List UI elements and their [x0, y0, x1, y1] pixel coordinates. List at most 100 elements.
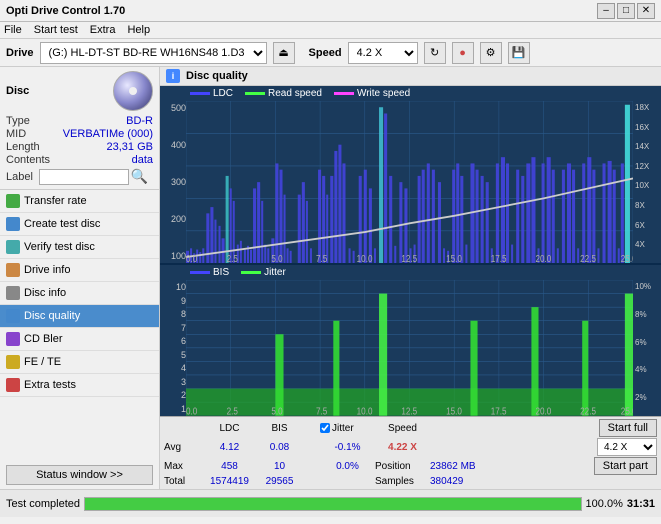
- total-bis: 29565: [257, 476, 302, 487]
- app-title: Opti Drive Control 1.70: [6, 5, 125, 17]
- disc-panel: Disc Type BD-R MID VERBATIMe (000) Lengt…: [0, 67, 159, 190]
- menu-start-test[interactable]: Start test: [34, 24, 78, 36]
- sidebar-item-drive-info[interactable]: Drive info: [0, 259, 159, 282]
- menu-extra[interactable]: Extra: [90, 24, 116, 36]
- speed-select-quality[interactable]: 4.2 X: [597, 438, 657, 456]
- sidebar-item-extra-tests[interactable]: Extra tests: [0, 374, 159, 397]
- svg-text:25.0: 25.0: [621, 406, 633, 416]
- eject-icon[interactable]: ⏏: [273, 42, 295, 64]
- create-test-disc-icon: [6, 217, 20, 231]
- minimize-btn[interactable]: –: [597, 3, 615, 19]
- stats-bar: LDC BIS Jitter Speed Start full Avg 4.12…: [160, 416, 661, 489]
- svg-text:5.0: 5.0: [271, 406, 282, 416]
- progress-bar-fill: [85, 498, 581, 510]
- total-ldc: 1574419: [202, 476, 257, 487]
- menubar: File Start test Extra Help: [0, 22, 661, 39]
- svg-text:17.5: 17.5: [491, 253, 507, 263]
- sidebar-item-disc-info[interactable]: Disc info: [0, 282, 159, 305]
- fe-te-icon: [6, 355, 20, 369]
- start-part-btn[interactable]: Start part: [594, 457, 657, 475]
- bottom-bar: Test completed 100.0% 31:31: [0, 489, 661, 517]
- chart2-container: 1 2 3 4 5 6 7 8 9 10: [160, 280, 661, 416]
- svg-text:22.5: 22.5: [580, 406, 596, 416]
- avg-bis: 0.08: [257, 442, 302, 453]
- label-label: Label: [6, 171, 33, 183]
- status-window-btn[interactable]: Status window >>: [6, 465, 153, 485]
- disc-title: Disc: [6, 85, 29, 97]
- svg-text:20.0: 20.0: [535, 253, 551, 263]
- progress-bar: [84, 497, 582, 511]
- avg-ldc: 4.12: [202, 442, 257, 453]
- contents-label: Contents: [6, 154, 50, 166]
- chart2-y-right: 2% 4% 6% 8% 10%: [633, 280, 661, 416]
- sidebar-item-cd-bler[interactable]: CD Bler: [0, 328, 159, 351]
- contents-value: data: [132, 154, 153, 166]
- svg-text:0.0: 0.0: [186, 253, 197, 263]
- sidebar-item-fe-te[interactable]: FE / TE: [0, 351, 159, 374]
- save-icon[interactable]: 💾: [508, 42, 530, 64]
- menu-file[interactable]: File: [4, 24, 22, 36]
- disc-quality-header: i Disc quality: [160, 67, 661, 86]
- mid-value: VERBATIMe (000): [63, 128, 153, 140]
- svg-text:17.5: 17.5: [491, 406, 507, 416]
- maximize-btn[interactable]: □: [617, 3, 635, 19]
- svg-text:12.5: 12.5: [401, 253, 417, 263]
- time-display: 31:31: [627, 498, 655, 510]
- mid-label: MID: [6, 128, 26, 140]
- bis-header: BIS: [257, 423, 302, 434]
- svg-text:0.0: 0.0: [186, 406, 197, 416]
- svg-text:12.5: 12.5: [401, 406, 417, 416]
- avg-jitter: -0.1%: [320, 442, 375, 453]
- svg-text:25.0: 25.0: [621, 253, 633, 263]
- speed-label: Speed: [309, 47, 342, 59]
- disc-icon: [113, 71, 153, 111]
- settings-icon[interactable]: ⚙: [480, 42, 502, 64]
- refresh-icon[interactable]: ↻: [424, 42, 446, 64]
- samples-label: Samples: [375, 476, 430, 487]
- label-input[interactable]: [39, 169, 129, 185]
- start-full-btn[interactable]: Start full: [599, 419, 657, 437]
- chart1-legend: LDC Read speed Write speed: [160, 86, 661, 101]
- length-label: Length: [6, 141, 40, 153]
- drivebar: Drive (G:) HL-DT-ST BD-RE WH16NS48 1.D3 …: [0, 39, 661, 67]
- max-jitter: 0.0%: [320, 461, 375, 472]
- sidebar-item-create-test-disc[interactable]: Create test disc: [0, 213, 159, 236]
- chart2-svg: 0.0 2.5 5.0 7.5 10.0 12.5 15.0 17.5 20.0…: [186, 280, 633, 416]
- label-icon[interactable]: 🔍: [131, 168, 148, 185]
- chart1-svg: 0.0 2.5 5.0 7.5 10.0 12.5 15.0 17.5 20.0…: [186, 101, 633, 263]
- svg-text:15.0: 15.0: [446, 253, 462, 263]
- sidebar-item-transfer-rate[interactable]: Transfer rate: [0, 190, 159, 213]
- status-text: Test completed: [6, 498, 80, 510]
- speed-header: Speed: [375, 423, 430, 434]
- type-label: Type: [6, 115, 30, 127]
- avg-label: Avg: [164, 442, 202, 453]
- total-label: Total: [164, 476, 202, 487]
- menu-help[interactable]: Help: [127, 24, 150, 36]
- drive-select[interactable]: (G:) HL-DT-ST BD-RE WH16NS48 1.D3: [40, 42, 267, 64]
- close-btn[interactable]: ✕: [637, 3, 655, 19]
- max-label: Max: [164, 461, 202, 472]
- chart1-container: 100 200 300 400 500: [160, 101, 661, 263]
- length-value: 23,31 GB: [107, 141, 153, 153]
- jitter-checkbox[interactable]: [320, 423, 330, 433]
- drive-label: Drive: [6, 47, 34, 59]
- speed-select-drive[interactable]: 4.2 X: [348, 42, 418, 64]
- ldc-header: LDC: [202, 423, 257, 434]
- sidebar-item-disc-quality[interactable]: Disc quality: [0, 305, 159, 328]
- cd-bler-icon: [6, 332, 20, 346]
- svg-text:10.0: 10.0: [357, 253, 373, 263]
- svg-text:7.5: 7.5: [316, 253, 327, 263]
- drive-info-icon: [6, 263, 20, 277]
- chart1-y-left: 100 200 300 400 500: [160, 101, 186, 263]
- disc-quality-header-icon: i: [166, 69, 180, 83]
- svg-text:22.5: 22.5: [580, 253, 596, 263]
- max-bis: 10: [257, 461, 302, 472]
- avg-speed: 4.22 X: [375, 442, 430, 453]
- sidebar-item-verify-test-disc[interactable]: Verify test disc: [0, 236, 159, 259]
- disc-quality-title: Disc quality: [186, 70, 248, 82]
- position-label: Position: [375, 461, 430, 472]
- burn-icon[interactable]: ●: [452, 42, 474, 64]
- verify-test-disc-icon: [6, 240, 20, 254]
- svg-text:10.0: 10.0: [357, 406, 373, 416]
- jitter-header: Jitter: [332, 423, 354, 434]
